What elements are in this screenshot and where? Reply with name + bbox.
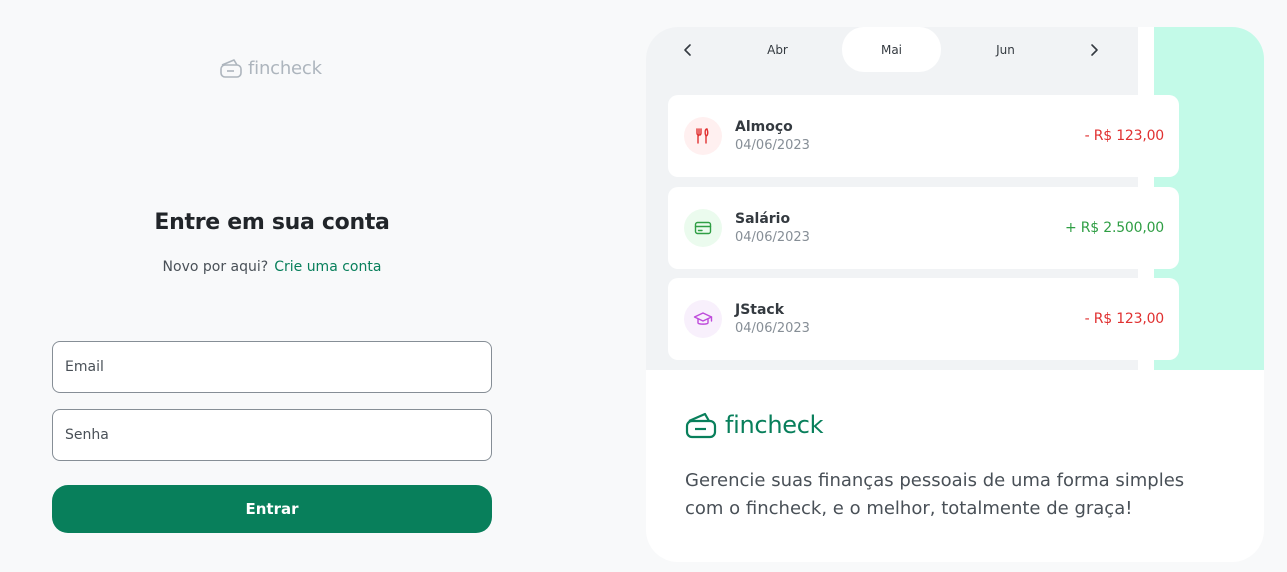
email-field[interactable] bbox=[52, 341, 492, 393]
chevron-left-icon[interactable] bbox=[677, 39, 699, 61]
transaction-name: Almoço bbox=[735, 119, 793, 135]
transaction-info: JStack 04/06/2023 bbox=[735, 302, 1085, 336]
email-input[interactable] bbox=[65, 359, 479, 375]
tagline: Gerencie suas finanças pessoais de uma f… bbox=[685, 470, 1185, 519]
transaction-info: Almoço 04/06/2023 bbox=[735, 119, 1085, 153]
wallet-icon bbox=[685, 412, 717, 439]
password-field[interactable] bbox=[52, 409, 492, 461]
month-tab-abr[interactable]: Abr bbox=[728, 27, 827, 72]
brand-logo: fincheck bbox=[685, 410, 824, 440]
app-logo: fincheck bbox=[219, 57, 322, 79]
month-tab-mai[interactable]: Mai bbox=[842, 27, 941, 72]
month-selector: Abr Mai Jun bbox=[646, 27, 1138, 73]
password-input[interactable] bbox=[65, 427, 479, 443]
signup-link[interactable]: Crie uma conta bbox=[274, 259, 381, 275]
graduation-cap-icon bbox=[684, 300, 722, 338]
transaction-info: Salário 04/06/2023 bbox=[735, 211, 1065, 245]
chevron-right-icon[interactable] bbox=[1083, 39, 1105, 61]
transaction-card[interactable]: JStack 04/06/2023 - R$ 123,00 bbox=[668, 278, 1179, 360]
preview-panel: Abr Mai Jun Almoço 04/06/2023 - R$ 123,0… bbox=[646, 27, 1264, 562]
month-tab-jun[interactable]: Jun bbox=[956, 27, 1055, 72]
transaction-date: 04/06/2023 bbox=[735, 230, 810, 245]
transaction-card[interactable]: Salário 04/06/2023 + R$ 2.500,00 bbox=[668, 187, 1179, 269]
credit-card-icon bbox=[684, 209, 722, 247]
transaction-amount: + R$ 2.500,00 bbox=[1064, 220, 1164, 236]
transaction-card[interactable]: Almoço 04/06/2023 - R$ 123,00 bbox=[668, 95, 1179, 177]
transaction-name: Salário bbox=[735, 211, 791, 227]
transaction-amount: - R$ 123,00 bbox=[1084, 311, 1165, 327]
login-button[interactable]: Entrar bbox=[52, 485, 492, 533]
logo-text: fincheck bbox=[248, 57, 322, 79]
login-title: Entre em sua conta bbox=[154, 210, 390, 235]
transaction-date: 04/06/2023 bbox=[735, 138, 810, 153]
signup-prompt-text: Novo por aqui? bbox=[162, 259, 269, 275]
transaction-amount: - R$ 123,00 bbox=[1084, 128, 1165, 144]
brand-name: fincheck bbox=[725, 411, 824, 439]
transaction-name: JStack bbox=[735, 302, 785, 318]
wallet-icon bbox=[220, 59, 242, 78]
utensils-icon bbox=[684, 117, 722, 155]
transaction-date: 04/06/2023 bbox=[735, 321, 810, 336]
signup-prompt: Novo por aqui? Crie uma conta bbox=[52, 259, 492, 275]
